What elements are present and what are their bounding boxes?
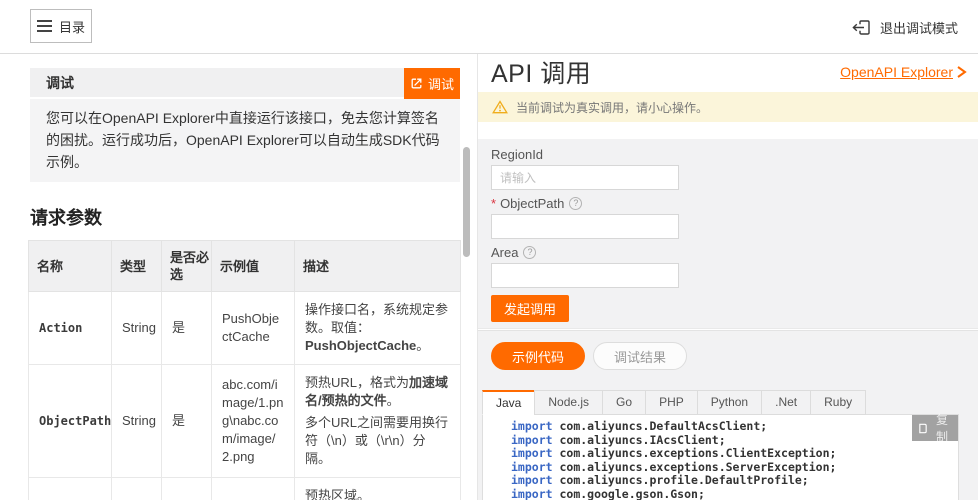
debug-launch-icon	[410, 77, 423, 90]
toc-label: 目录	[59, 17, 85, 36]
tab-python[interactable]: Python	[697, 390, 762, 415]
api-form: RegionId*ObjectPath?Area?发起调用	[478, 139, 978, 329]
field-label-text: ObjectPath	[500, 196, 564, 211]
debug-button-label: 调试	[428, 74, 454, 93]
openapi-explorer-link[interactable]: OpenAPI Explorer	[840, 64, 968, 80]
warning-text: 当前调试为真实调用，请小心操作。	[516, 99, 708, 116]
topbar: 目录 退出调试模式	[0, 0, 978, 54]
code-block: 复制 import com.aliyuncs.DefaultAcsClient;…	[482, 414, 959, 500]
code-line: import com.google.gson.Gson;	[511, 488, 958, 500]
desc-paragraph: 预热区域。	[305, 487, 450, 500]
param-row: AreaString否domestic预热区域。domestic：仅中国内地。o…	[29, 478, 461, 500]
help-icon[interactable]: ?	[523, 246, 536, 259]
api-title: API 调用	[491, 54, 591, 90]
field-label-text: Area	[491, 245, 518, 260]
result-toggle: 示例代码 调试结果	[491, 342, 978, 370]
table-header-cell: 描述	[295, 241, 461, 292]
copy-icon	[918, 422, 928, 435]
chevron-right-icon	[955, 65, 968, 79]
param-required-cell: 否	[162, 478, 212, 500]
param-type-cell: String	[112, 292, 162, 365]
param-desc-cell: 预热URL，格式为加速域名/预热的文件。多个URL之间需要用换行符（\n）或（\…	[295, 365, 461, 478]
param-name-cell: ObjectPath	[29, 365, 112, 478]
debug-button[interactable]: 调试	[404, 68, 460, 99]
field-label: * ObjectPath?	[491, 196, 965, 211]
exit-icon	[851, 19, 871, 36]
desc-paragraph: 预热URL，格式为加速域名/预热的文件。	[305, 374, 450, 410]
param-example-cell: domestic	[212, 478, 295, 500]
code-line: import com.aliyuncs.IAcsClient;	[511, 434, 958, 448]
param-type-cell: String	[112, 365, 162, 478]
warning-banner: 当前调试为真实调用，请小心操作。	[478, 92, 978, 122]
debug-card-description: 您可以在OpenAPI Explorer中直接运行该接口，免去您计算签名的困扰。…	[30, 99, 460, 182]
exit-debug-button[interactable]: 退出调试模式	[845, 0, 964, 54]
param-example-cell: abc.com/image/1.png\nabc.com/image/2.png	[212, 365, 295, 478]
param-type-cell: String	[112, 478, 162, 500]
desc-paragraph: 操作接口名，系统规定参数。取值：PushObjectCache。	[305, 301, 450, 355]
help-icon[interactable]: ?	[569, 197, 582, 210]
debug-card: 调试 调试 您可以在OpenAPI Explorer中直接运行该接口，免去您计算…	[30, 68, 460, 182]
form-field: * ObjectPath?	[491, 196, 965, 239]
param-row: ObjectPathString是abc.com/image/1.png\nab…	[29, 365, 461, 478]
code-line: import com.aliyuncs.exceptions.ServerExc…	[511, 461, 958, 475]
tab-php[interactable]: PHP	[645, 390, 698, 415]
api-header: API 调用 OpenAPI Explorer	[478, 54, 978, 92]
sample-section: 示例代码 调试结果 JavaNode.jsGoPHPPython.NetRuby…	[478, 330, 978, 500]
area-input[interactable]	[491, 263, 679, 288]
desc-paragraph: 多个URL之间需要用换行符（\n）或（\r\n）分隔。	[305, 414, 450, 468]
table-header-cell: 类型	[112, 241, 162, 292]
table-header-row: 名称类型是否必选示例值描述	[29, 241, 461, 292]
table-header-cell: 示例值	[212, 241, 295, 292]
code-lines: import com.aliyuncs.DefaultAcsClient;imp…	[483, 415, 958, 500]
tab-java[interactable]: Java	[482, 390, 535, 415]
param-required-cell: 是	[162, 292, 212, 365]
tab-net[interactable]: .Net	[761, 390, 811, 415]
request-params-title: 请求参数	[30, 204, 462, 230]
param-required-cell: 是	[162, 365, 212, 478]
param-example-cell: PushObjectCache	[212, 292, 295, 365]
request-params-table: 名称类型是否必选示例值描述 ActionString是PushObjectCac…	[28, 240, 461, 500]
field-label: Area?	[491, 245, 965, 260]
tab-ruby[interactable]: Ruby	[810, 390, 866, 415]
table-header-cell: 名称	[29, 241, 112, 292]
param-desc-cell: 预热区域。domestic：仅中国内地。overseas：全球（不包含中国内地）…	[295, 478, 461, 500]
form-field: RegionId	[491, 147, 965, 190]
copy-label: 复制	[932, 411, 952, 445]
regionid-input[interactable]	[491, 165, 679, 190]
api-pane: API 调用 OpenAPI Explorer 当前调试为真实调用，请小心操作。…	[477, 54, 978, 500]
param-name-cell: Action	[29, 292, 112, 365]
param-desc-cell: 操作接口名，系统规定参数。取值：PushObjectCache。	[295, 292, 461, 365]
exit-label: 退出调试模式	[880, 18, 958, 37]
code-line: import com.aliyuncs.DefaultAcsClient;	[511, 420, 958, 434]
objectpath-input[interactable]	[491, 214, 679, 239]
param-name: Action	[39, 321, 82, 335]
code-line: import com.aliyuncs.profile.DefaultProfi…	[511, 474, 958, 488]
table-header-cell: 是否必选	[162, 241, 212, 292]
tab-go[interactable]: Go	[602, 390, 646, 415]
debug-card-header: 调试 调试	[30, 68, 460, 99]
invoke-button[interactable]: 发起调用	[491, 295, 569, 322]
sample-code-pill[interactable]: 示例代码	[491, 342, 585, 370]
warning-icon	[492, 100, 508, 114]
param-name-cell: Area	[29, 478, 112, 500]
left-pane-scrollbar[interactable]	[463, 147, 470, 257]
debug-result-pill[interactable]: 调试结果	[593, 342, 687, 370]
debug-card-title: 调试	[46, 75, 74, 91]
param-row: Action String是PushObjectCache操作接口名，系统规定参数…	[29, 292, 461, 365]
copy-button[interactable]: 复制	[912, 415, 958, 441]
tab-nodejs[interactable]: Node.js	[534, 390, 603, 415]
code-lang-tabs: JavaNode.jsGoPHPPython.NetRuby	[482, 390, 866, 415]
code-line: import com.aliyuncs.exceptions.ClientExc…	[511, 447, 958, 461]
form-field: Area?	[491, 245, 965, 288]
field-label: RegionId	[491, 147, 965, 162]
param-name: ObjectPath	[39, 414, 111, 428]
hamburger-icon	[37, 20, 52, 32]
toc-button[interactable]: 目录	[30, 9, 92, 43]
required-asterisk: *	[491, 196, 496, 211]
doc-pane: 调试 调试 您可以在OpenAPI Explorer中直接运行该接口，免去您计算…	[0, 54, 462, 500]
field-label-text: RegionId	[491, 147, 543, 162]
